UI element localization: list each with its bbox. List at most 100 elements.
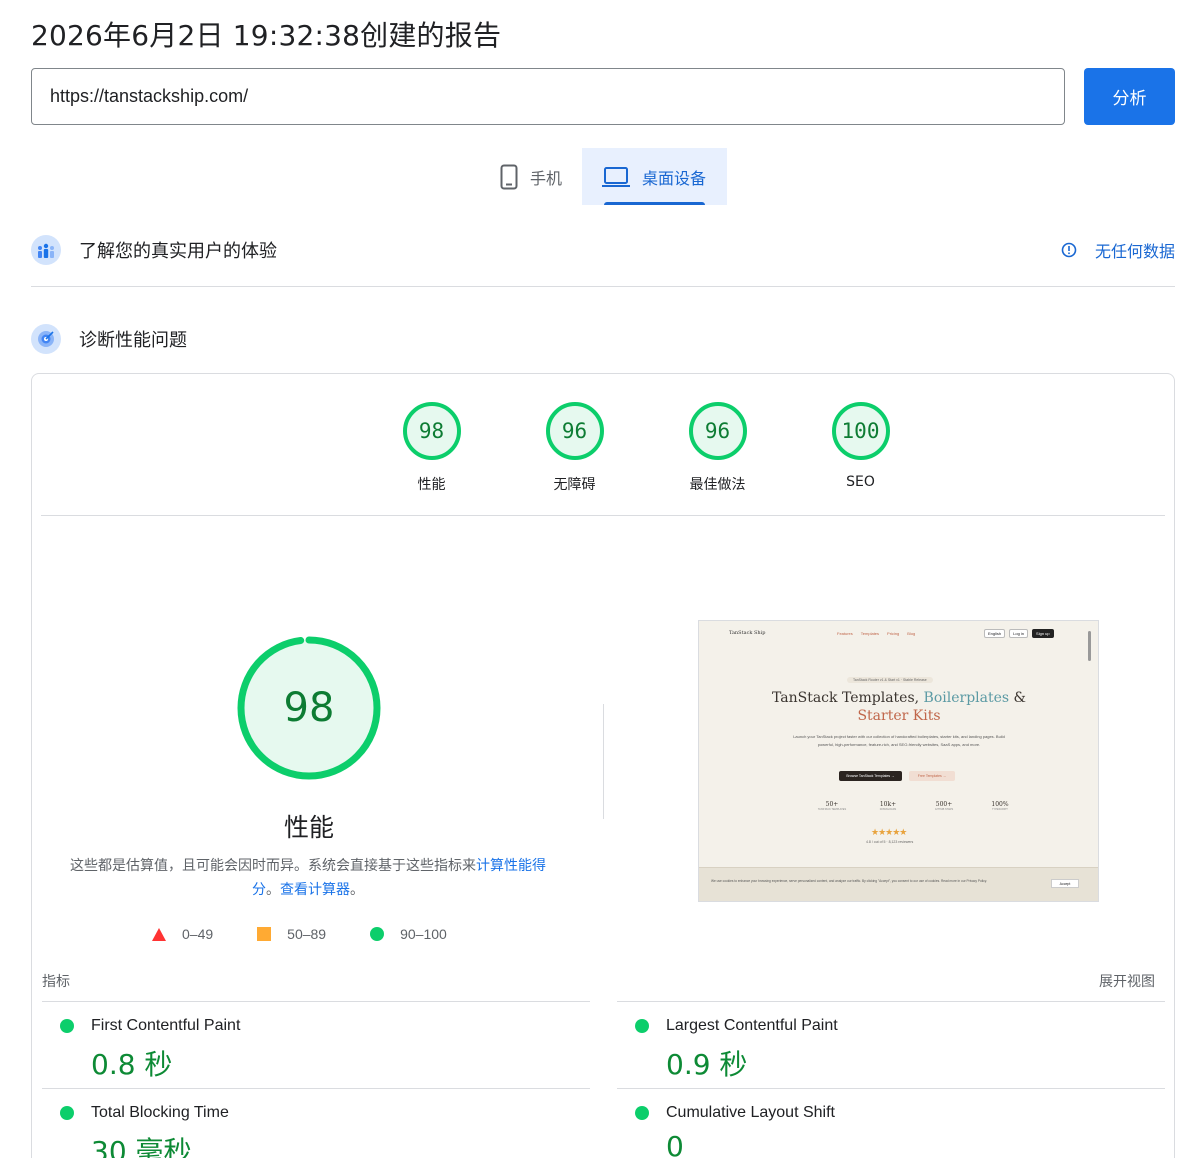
metric-value: 0.8 秒: [91, 1048, 173, 1081]
metric-name: Largest Contentful Paint: [666, 1017, 838, 1034]
metric-name: Cumulative Layout Shift: [666, 1104, 835, 1121]
phone-icon: [500, 164, 518, 190]
category-gauges: 98 性能 96 无障碍 96 最佳做法 100 SEO: [360, 402, 932, 494]
ss-stat-label: TYPESCRIPT: [992, 808, 1008, 811]
metrics-divider: [617, 1001, 1165, 1002]
ss-login: Log in: [1009, 629, 1029, 638]
gauge-seo[interactable]: 100 SEO: [789, 402, 932, 494]
metrics-divider: [617, 1088, 1165, 1089]
gauge-best-practices[interactable]: 96 最佳做法: [646, 402, 789, 494]
ss-headline-b: Boilerplates: [923, 690, 1010, 706]
ss-stat-label: DOWNLOADS: [879, 808, 897, 811]
triangle-icon: [152, 927, 166, 941]
desc-text: 这些都是估算值，且可能会因时而异。系统会直接基于这些指标来: [70, 858, 476, 874]
report-title: 2026年6月2日 19:32:38创建的报告: [31, 19, 502, 52]
legend-range: 90–100: [400, 926, 447, 942]
gauge-score: 96: [688, 402, 747, 460]
metric-name: First Contentful Paint: [91, 1017, 241, 1034]
ss-link: Blog: [907, 631, 916, 636]
ss-cta-secondary: Free Templates →: [909, 771, 955, 781]
real-user-section: 了解您的真实用户的体验 无任何数据: [31, 234, 1175, 266]
pass-circle-icon: [635, 1019, 649, 1033]
ss-stat-value: 100%: [991, 801, 1009, 808]
final-screenshot[interactable]: TanStack Ship Features Templates Pricing…: [698, 620, 1099, 902]
performance-score: 98: [283, 685, 335, 731]
ss-actions: English Log in Sign up: [984, 629, 1054, 638]
tab-mobile-label: 手机: [530, 168, 563, 188]
ss-cookie-banner: We use cookies to enhance your browsing …: [699, 867, 1098, 901]
section-divider: [31, 286, 1175, 287]
ss-logo: TanStack Ship: [729, 630, 766, 636]
ss-stars-icon: ★★★★★: [871, 827, 907, 837]
ss-stat-label: GITHUB STARS: [934, 808, 954, 811]
real-user-title: 了解您的真实用户的体验: [79, 241, 277, 262]
metrics-divider: [42, 1088, 590, 1089]
gauge-label: 最佳做法: [689, 477, 746, 493]
ss-headline-a: TanStack Templates,: [772, 690, 924, 706]
ss-link: Templates: [860, 631, 880, 636]
gauge-score: 100: [831, 402, 890, 460]
ss-nav-links: Features Templates Pricing Blog: [837, 631, 923, 636]
ss-stat-value: 10k+: [879, 801, 897, 808]
crux-users-icon: [31, 235, 61, 265]
ss-headline-c: &: [1009, 690, 1026, 706]
report-card: 98 性能 96 无障碍 96 最佳做法 100 SEO 98 性能 这些都是估…: [31, 373, 1175, 1158]
info-icon: [1061, 242, 1077, 258]
ss-link: Pricing: [887, 631, 900, 636]
ss-cookie-text: We use cookies to enhance your browsing …: [711, 879, 987, 883]
url-input[interactable]: [31, 68, 1065, 125]
metrics-header: 指标 展开视图: [42, 971, 1155, 991]
ss-release-pill: TanStack Router v1 & Start v1 · Stable R…: [847, 677, 933, 683]
gauge-label: SEO: [846, 474, 875, 490]
card-divider: [41, 515, 1165, 516]
ss-stat-value: 500+: [935, 801, 953, 808]
ss-accept: Accept: [1051, 879, 1079, 888]
desc-sep: 。: [266, 882, 280, 898]
legend-range: 50–89: [287, 926, 327, 942]
circle-icon: [370, 927, 385, 941]
ss-headline-d: Starter Kits: [857, 708, 941, 724]
no-data-link[interactable]: 无任何数据: [1061, 238, 1175, 262]
ss-rating: 4.8 / out of 5 · 8,123 reviewers: [866, 840, 914, 844]
tab-desktop[interactable]: 桌面设备: [582, 148, 728, 205]
ss-stat: 500+ GITHUB STARS: [923, 801, 965, 811]
legend-fail: 0–49: [152, 926, 213, 942]
ss-stats: 50+ TANSTACK TEMPLATES 10k+ DOWNLOADS 500+…: [811, 801, 1021, 811]
ss-cta-primary: Browse TanStack Templates →: [839, 771, 902, 781]
tab-mobile[interactable]: 手机: [488, 148, 582, 205]
pass-circle-icon: [60, 1019, 74, 1033]
expand-view-toggle[interactable]: 展开视图: [1099, 971, 1155, 991]
ss-stat: 10k+ DOWNLOADS: [867, 801, 909, 811]
diagnose-title: 诊断性能问题: [79, 330, 187, 351]
gauge-performance[interactable]: 98 性能: [360, 402, 503, 494]
score-legend: 0–49 50–89 90–100: [152, 926, 491, 942]
gauge-accessibility[interactable]: 96 无障碍: [503, 402, 646, 494]
ss-stat: 100% TYPESCRIPT: [979, 801, 1021, 811]
calculator-link[interactable]: 查看计算器: [280, 882, 350, 898]
metric-value: 0: [666, 1130, 684, 1158]
ss-stat-label: TANSTACK TEMPLATES: [817, 808, 847, 811]
no-data-label: 无任何数据: [1094, 242, 1175, 261]
gauge-score: 96: [545, 402, 604, 460]
metric-cls: Cumulative Layout Shift 0: [617, 1104, 1165, 1158]
legend-average: 50–89: [257, 926, 326, 942]
metrics-title: 指标: [42, 974, 70, 990]
device-tabs: 手机 桌面设备: [488, 148, 728, 205]
metric-lcp: Largest Contentful Paint 0.9 秒: [617, 1017, 1165, 1083]
ss-scrollbar: [1088, 631, 1091, 661]
diagnose-section: 诊断性能问题: [31, 323, 1175, 355]
ss-paragraph: Launch your TanStack project faster with…: [793, 734, 1005, 747]
pass-circle-icon: [635, 1106, 649, 1120]
ss-signup: Sign up: [1032, 629, 1054, 638]
ss-lang: English: [984, 629, 1006, 638]
metric-name: Total Blocking Time: [91, 1104, 229, 1121]
pass-circle-icon: [60, 1106, 74, 1120]
metric-fcp: First Contentful Paint 0.8 秒: [42, 1017, 590, 1083]
metric-tbt: Total Blocking Time 30 毫秒: [42, 1104, 590, 1158]
analyze-button[interactable]: 分析: [1084, 68, 1175, 125]
square-icon: [257, 927, 272, 941]
ss-stat: 50+ TANSTACK TEMPLATES: [811, 801, 853, 811]
performance-description: 这些都是估算值，且可能会因时而异。系统会直接基于这些指标来计算性能得分。查看计算…: [68, 854, 548, 902]
ss-stat-value: 50+: [825, 801, 839, 808]
tab-desktop-label: 桌面设备: [642, 168, 707, 188]
